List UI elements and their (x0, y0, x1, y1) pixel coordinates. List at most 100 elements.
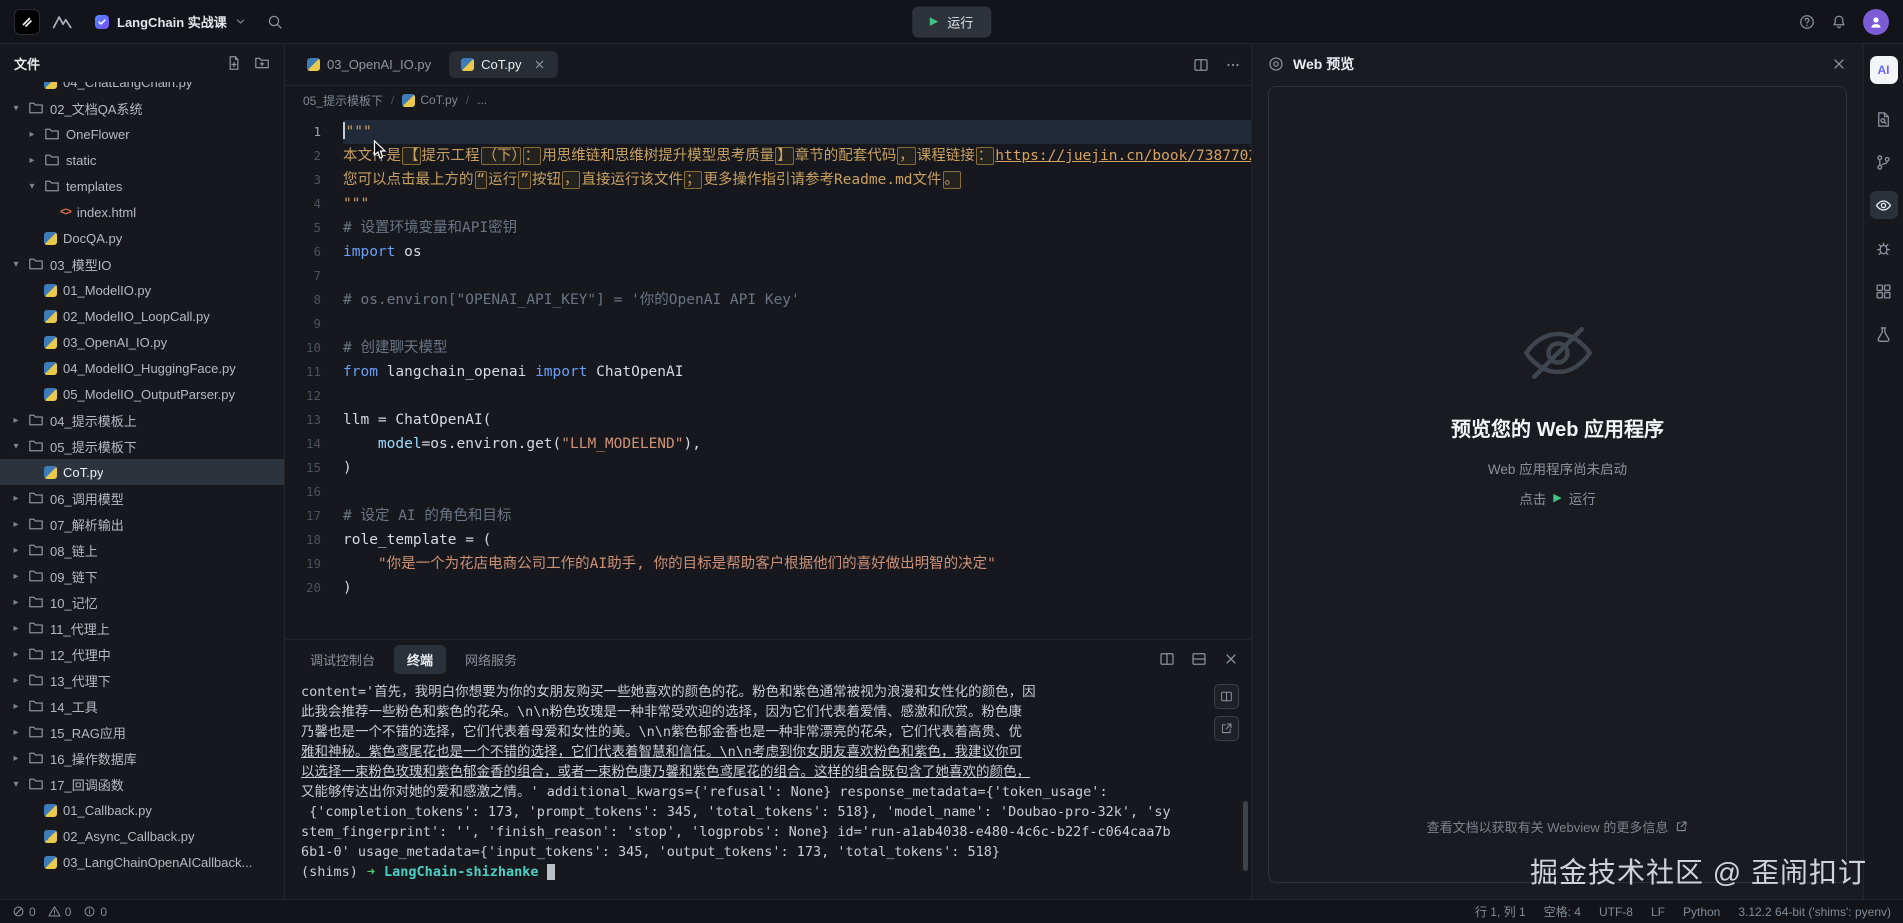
tree-item-04_ModelIO_HuggingFace.py[interactable]: 04_ModelIO_HuggingFace.py (0, 355, 284, 381)
tree-item-templates[interactable]: ▾templates (0, 173, 284, 199)
status-item[interactable]: 3.12.2 64-bit ('shims': pyenv) (1738, 905, 1891, 919)
code-line-6[interactable]: 6import os (285, 240, 1251, 264)
code-line-13[interactable]: 13llm = ChatOpenAI( (285, 408, 1251, 432)
code-line-14[interactable]: 14 model=os.environ.get("LLM_MODELEND"), (285, 432, 1251, 456)
editor-tab-03_OpenAI_IO.py[interactable]: 03_OpenAI_IO.py (295, 51, 443, 78)
tree-item-11_代理上[interactable]: ▸11_代理上 (0, 615, 284, 641)
code-line-10[interactable]: 10# 创建聊天模型 (285, 336, 1251, 360)
code-line-18[interactable]: 18role_template = ( (285, 528, 1251, 552)
code-line-20[interactable]: 20) (285, 576, 1251, 600)
breadcrumb-segment[interactable]: ... (477, 93, 487, 107)
tree-item-13_代理下[interactable]: ▸13_代理下 (0, 667, 284, 693)
close-icon[interactable] (1223, 651, 1239, 667)
code-line-5[interactable]: 5# 设置环境变量和API密钥 (285, 216, 1251, 240)
code-line-15[interactable]: 15) (285, 456, 1251, 480)
tree-item-03_OpenAI_IO.py[interactable]: 03_OpenAI_IO.py (0, 329, 284, 355)
status-item[interactable]: 空格: 4 (1544, 903, 1581, 920)
tree-item-06_调用模型[interactable]: ▸06_调用模型 (0, 485, 284, 511)
code-line-12[interactable]: 12 (285, 384, 1251, 408)
tree-item-05_提示模板下[interactable]: ▾05_提示模板下 (0, 433, 284, 459)
panel-tab-调试控制台[interactable]: 调试控制台 (297, 645, 388, 674)
activity-beaker[interactable] (1870, 320, 1898, 348)
run-button[interactable]: ▶ 运行 (912, 6, 991, 37)
tree-item-DocQA.py[interactable]: DocQA.py (0, 225, 284, 251)
code-line-8[interactable]: 8# os.environ["OPENAI_API_KEY"] = '你的Ope… (285, 288, 1251, 312)
code-line-16[interactable]: 16 (285, 480, 1251, 504)
tree-item-01_ModelIO.py[interactable]: 01_ModelIO.py (0, 277, 284, 303)
split-columns-icon[interactable] (1159, 651, 1175, 667)
code-line-3[interactable]: 3您可以点击最上方的“运行”按钮，直接运行该文件；更多操作指引请参考Readme… (285, 168, 1251, 192)
activity-web-preview[interactable] (1870, 191, 1898, 219)
search-icon[interactable] (267, 14, 283, 30)
code-line-11[interactable]: 11from langchain_openai import ChatOpenA… (285, 360, 1251, 384)
tree-item-03_LangChainOpenAICallback...[interactable]: 03_LangChainOpenAICallback... (0, 849, 284, 875)
editor-tab-CoT.py[interactable]: CoT.py (449, 51, 557, 78)
status-item[interactable]: LF (1651, 905, 1665, 919)
activity-file-search[interactable] (1870, 105, 1898, 133)
project-selector[interactable]: LangChain 实战课 (86, 8, 255, 35)
split-editor-icon[interactable] (1193, 57, 1209, 73)
split-rows-icon[interactable] (1191, 651, 1207, 667)
tree-item-15_RAG应用[interactable]: ▸15_RAG应用 (0, 719, 284, 745)
notifications-bell-icon[interactable] (1831, 14, 1847, 30)
more-icon[interactable] (1225, 57, 1241, 73)
code-line-1[interactable]: 1""" (285, 120, 1251, 144)
tree-item-04_ChatLangChain.py[interactable]: 04_ChatLangChain.py (0, 82, 284, 95)
tree-item-02_Async_Callback.py[interactable]: 02_Async_Callback.py (0, 823, 284, 849)
code-line-4[interactable]: 4""" (285, 192, 1251, 216)
code-line-9[interactable]: 9 (285, 312, 1251, 336)
terminal[interactable]: content='首先，我明白你想要为你的女朋友购买一些她喜欢的颜色的花。粉色和… (285, 678, 1251, 899)
close-icon[interactable] (1831, 56, 1847, 72)
help-icon[interactable] (1799, 14, 1815, 30)
terminal-split-editor-button[interactable] (1214, 684, 1239, 709)
tree-item-14_工具[interactable]: ▸14_工具 (0, 693, 284, 719)
panel-tab-终端[interactable]: 终端 (394, 645, 446, 674)
code-editor[interactable]: 1"""2本文件是【提示工程（下）：用思维链和思维树提升模型思考质量】章节的配套… (285, 114, 1251, 639)
new-file-icon[interactable] (226, 55, 242, 71)
status-item[interactable]: Python (1683, 905, 1720, 919)
app-logo-icon[interactable] (14, 9, 40, 35)
tree-item-12_代理中[interactable]: ▸12_代理中 (0, 641, 284, 667)
status-item[interactable]: 行 1, 列 1 (1475, 903, 1526, 920)
tree-item-CoT.py[interactable]: CoT.py (0, 459, 284, 485)
tree-item-02_文档QA系统[interactable]: ▾02_文档QA系统 (0, 95, 284, 121)
webview-docs-link[interactable]: 查看文档以获取有关 Webview 的更多信息 (1269, 817, 1846, 836)
new-folder-icon[interactable] (254, 55, 270, 71)
tree-item-16_操作数据库[interactable]: ▸16_操作数据库 (0, 745, 284, 771)
status-info-count[interactable]: 0 (83, 905, 107, 919)
code-line-7[interactable]: 7 (285, 264, 1251, 288)
tree-item-10_记忆[interactable]: ▸10_记忆 (0, 589, 284, 615)
activity-debug[interactable] (1870, 234, 1898, 262)
status-item[interactable]: UTF-8 (1599, 905, 1633, 919)
tree-item-02_ModelIO_LoopCall.py[interactable]: 02_ModelIO_LoopCall.py (0, 303, 284, 329)
line-text: # 设置环境变量和API密钥 (343, 216, 1251, 240)
tree-item-OneFlower[interactable]: ▸OneFlower (0, 121, 284, 147)
status-warning-count[interactable]: 0 (48, 905, 72, 919)
tree-item-static[interactable]: ▸static (0, 147, 284, 173)
avatar[interactable] (1863, 9, 1889, 35)
tree-item-17_回调函数[interactable]: ▾17_回调函数 (0, 771, 284, 797)
tree-item-index.html[interactable]: <>index.html (0, 199, 284, 225)
marscode-logo-icon[interactable] (52, 13, 74, 31)
code-line-17[interactable]: 17# 设定 AI 的角色和目标 (285, 504, 1251, 528)
breadcrumb-segment[interactable]: CoT.py (402, 93, 457, 107)
tree-item-03_模型IO[interactable]: ▾03_模型IO (0, 251, 284, 277)
activity-git-branch[interactable] (1870, 148, 1898, 176)
tree-item-01_Callback.py[interactable]: 01_Callback.py (0, 797, 284, 823)
breadcrumb-segment[interactable]: 05_提示模板下 (303, 92, 383, 109)
code-line-2[interactable]: 2本文件是【提示工程（下）：用思维链和思维树提升模型思考质量】章节的配套代码，课… (285, 144, 1251, 168)
tree-item-04_提示模板上[interactable]: ▸04_提示模板上 (0, 407, 284, 433)
code-line-19[interactable]: 19 "你是一个为花店电商公司工作的AI助手, 你的目标是帮助客户根据他们的喜好… (285, 552, 1251, 576)
activity-extensions-grid[interactable] (1870, 277, 1898, 305)
tree-item-08_链上[interactable]: ▸08_链上 (0, 537, 284, 563)
ai-assistant-icon[interactable]: AI (1870, 56, 1898, 84)
panel-tab-网络服务[interactable]: 网络服务 (452, 645, 530, 674)
tree-item-05_ModelIO_OutputParser.py[interactable]: 05_ModelIO_OutputParser.py (0, 381, 284, 407)
tree-item-09_链下[interactable]: ▸09_链下 (0, 563, 284, 589)
tree-item-07_解析输出[interactable]: ▸07_解析输出 (0, 511, 284, 537)
status-error-count[interactable]: 0 (12, 905, 36, 919)
close-tab-icon[interactable] (533, 58, 546, 71)
terminal-scrollbar[interactable] (1243, 801, 1248, 871)
terminal-external-button[interactable] (1214, 716, 1239, 741)
ai-logo-text: AI (1878, 63, 1890, 77)
